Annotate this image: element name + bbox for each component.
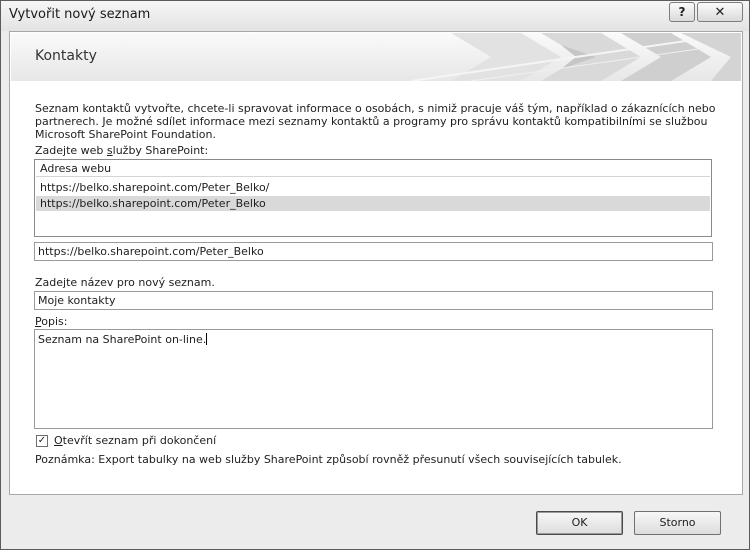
description-value: Seznam na SharePoint on-line. — [38, 333, 207, 346]
web-url-input[interactable] — [34, 242, 713, 261]
note-text: Poznámka: Export tabulky na web služby S… — [35, 453, 622, 466]
dialog-window: Vytvořit nový seznam ? ✕ Kontakty Seznam… — [0, 0, 750, 550]
description-textarea[interactable]: Seznam na SharePoint on-line. — [34, 329, 713, 429]
help-button[interactable]: ? — [669, 2, 695, 22]
description-text: Seznam kontaktů vytvořte, chcete-li spra… — [35, 102, 716, 141]
description-label-part: opis: — [41, 315, 68, 328]
checkmark-icon: ✓ — [37, 435, 47, 446]
list-item-selected[interactable]: https://belko.sharepoint.com/Peter_Belko — [36, 196, 710, 211]
close-button[interactable]: ✕ — [697, 2, 743, 22]
open-on-finish-checkbox[interactable]: ✓ — [36, 435, 48, 447]
web-site-list[interactable]: Adresa webu https://belko.sharepoint.com… — [34, 159, 712, 237]
open-on-finish-label[interactable]: Otevřít seznam při dokončení — [54, 434, 216, 447]
open-on-finish-label-part: tevřít seznam při dokončení — [62, 434, 217, 447]
web-site-label-part: Zadejte web — [35, 144, 107, 157]
banner-title: Kontakty — [35, 48, 97, 64]
ok-button[interactable]: OK — [536, 511, 623, 535]
help-icon: ? — [678, 5, 686, 19]
header-banner: Kontakty — [11, 33, 741, 81]
list-name-input[interactable] — [34, 291, 713, 310]
close-icon: ✕ — [714, 4, 726, 20]
text-caret — [206, 333, 208, 345]
window-title: Vytvořit nový seznam — [9, 7, 151, 22]
column-header-address[interactable]: Adresa webu — [36, 162, 710, 177]
dialog-content: Kontakty Seznam kontaktů vytvořte, chcet… — [9, 31, 743, 495]
banner-decoration-graphic — [411, 33, 741, 81]
title-bar: Vytvořit nový seznam ? ✕ — [1, 1, 749, 31]
list-item[interactable]: https://belko.sharepoint.com/Peter_Belko… — [36, 180, 710, 195]
cancel-button[interactable]: Storno — [634, 511, 721, 535]
web-site-label-part: lužby SharePoint: — [112, 144, 209, 157]
list-name-label: Zadejte název pro nový seznam. — [35, 276, 215, 289]
web-site-label: Zadejte web služby SharePoint: — [35, 144, 208, 157]
open-on-finish-mnemonic: O — [54, 434, 63, 447]
description-label: Popis: — [35, 315, 67, 328]
